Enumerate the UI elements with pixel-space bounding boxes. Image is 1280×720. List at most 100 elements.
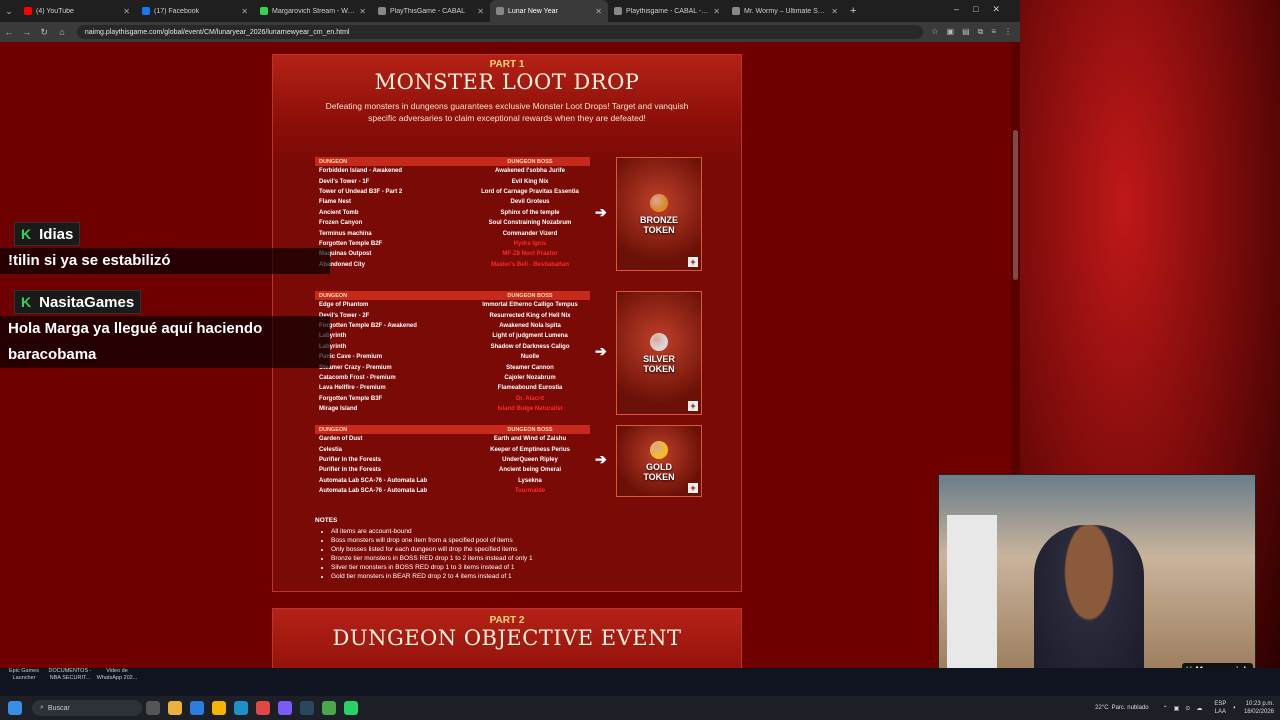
- header-dungeon: DUNGEON: [319, 158, 348, 165]
- desktop-icon[interactable]: Video de WhatsApp 202...: [96, 668, 138, 682]
- expand-icon[interactable]: +: [688, 257, 698, 267]
- boss-name: Island Bulge Naturalist: [497, 406, 563, 413]
- tab-label: Mr. Wormy – Ultimate Source: [744, 7, 828, 15]
- app-icon[interactable]: [322, 701, 336, 715]
- chrome-icon[interactable]: [212, 701, 226, 715]
- browser-tab[interactable]: Playthisgame - CABAL - Notic ✕: [608, 0, 726, 22]
- dungeon-name: Devil's Tower - 1F: [319, 178, 370, 185]
- home-icon[interactable]: ⌂: [53, 27, 71, 37]
- taskbar-search[interactable]: ⌕ Buscar: [32, 700, 142, 716]
- close-tab-icon[interactable]: ✕: [713, 7, 720, 16]
- table-row: Forbidden Island - Awakened Awakened I'so…: [315, 166, 590, 176]
- tray-icons[interactable]: ⌃▣⊙☁: [1163, 705, 1209, 712]
- dungeon-name: Panic Cave - Premium: [319, 354, 383, 361]
- forward-icon[interactable]: →: [18, 27, 36, 37]
- notes-title: NOTES: [315, 517, 338, 524]
- new-tab-button[interactable]: +: [850, 5, 856, 17]
- table-row: Celestia Keeper of Emptiness Perius: [315, 444, 590, 454]
- task-view-icon[interactable]: [146, 701, 160, 715]
- store-icon[interactable]: [190, 701, 204, 715]
- note-item: Bronze tier monsters in BOSS RED drop 1 …: [331, 555, 533, 564]
- tab-label: (4) YouTube: [36, 7, 74, 15]
- chat-username: K NasitaGames: [14, 290, 142, 314]
- table-row: Forgotten Temple B2F - Awakened Awakened …: [315, 321, 590, 331]
- desktop-icon[interactable]: Epic Games Launcher: [6, 668, 42, 682]
- toolbar-icons[interactable]: ☆▣▤⧉≡⋮: [931, 27, 1020, 37]
- search-icon: ⌕: [40, 704, 44, 711]
- close-tab-icon[interactable]: ✕: [123, 7, 130, 16]
- coin-icon: [650, 193, 668, 212]
- boss-name: Devil Groteus: [510, 199, 550, 206]
- reload-icon[interactable]: ↻: [35, 27, 53, 38]
- browser-tab[interactable]: (17) Facebook ✕: [136, 0, 254, 22]
- app-icon[interactable]: [256, 701, 270, 715]
- tab-favicon: [378, 7, 386, 15]
- desktop-icon[interactable]: DOCUMENTOS - NBA SECURIT...: [48, 668, 92, 682]
- tab-list-icon[interactable]: ⌄: [0, 6, 18, 17]
- webcam-shelf: [947, 515, 997, 675]
- webcam-person: [1034, 525, 1144, 681]
- browser-tab-bar: ⌄ (4) YouTube ✕ (17) Facebook ✕ Margarovich …: [0, 0, 1020, 22]
- part1-label: PART 1: [489, 59, 525, 70]
- whatsapp-icon[interactable]: [344, 701, 358, 715]
- url-field[interactable]: naimg.playthisgame.com/global/event/CM/l…: [76, 25, 924, 39]
- expand-icon[interactable]: +: [688, 401, 698, 411]
- dungeon-name: Frozen Canyon: [319, 220, 363, 227]
- arrow-right-icon: ➔: [595, 451, 607, 467]
- start-icon[interactable]: [8, 701, 22, 715]
- dungeon-name: Forgotten Temple B3F: [319, 395, 383, 402]
- window-controls[interactable]: –□✕: [954, 4, 1014, 15]
- close-tab-icon[interactable]: ✕: [241, 7, 248, 16]
- dungeon-name: Forgotten Temple B2F: [319, 240, 383, 247]
- arrow-right-icon: ➔: [595, 343, 607, 359]
- close-tab-icon[interactable]: ✕: [477, 7, 484, 16]
- note-item: Silver tier monsters in BOSS RED drop 1 …: [331, 564, 533, 573]
- boss-name: Steamer Cannon: [506, 364, 554, 371]
- close-tab-icon[interactable]: ✕: [831, 7, 838, 16]
- dungeon-name: Catacomb Frost - Premium: [319, 374, 396, 381]
- taskbar: ⌕ Buscar 22°C Parc. nublado ⌃▣⊙☁ ESP LAA ◖…: [0, 696, 1280, 720]
- tab-label: (17) Facebook: [154, 7, 200, 15]
- note-item: Only bosses listed for each dungeon will…: [331, 546, 533, 555]
- dungeon-name: Flame Nest: [319, 199, 352, 206]
- boss-name: Nuolle: [520, 354, 540, 361]
- scrollbar-thumb[interactable]: [1013, 130, 1018, 280]
- back-icon[interactable]: ←: [0, 27, 18, 37]
- close-tab-icon[interactable]: ✕: [359, 7, 366, 16]
- steam-icon[interactable]: [300, 701, 314, 715]
- close-tab-icon[interactable]: ✕: [595, 7, 602, 16]
- clock[interactable]: 10:23 p.m. 18/02/2026: [1244, 700, 1274, 716]
- dungeon-name: Lava Hellfire - Premium: [319, 385, 386, 392]
- boss-name: Hydra Ignis: [513, 240, 547, 247]
- browser-tab[interactable]: (4) YouTube ✕: [18, 0, 136, 22]
- weather-temp: 22°C: [1095, 705, 1109, 711]
- volume-icon[interactable]: ◖: [1232, 705, 1236, 711]
- expand-icon[interactable]: +: [688, 483, 698, 493]
- boss-name: Cajoler Nozabrum: [504, 374, 556, 381]
- browser-tab[interactable]: Margarovich Stream - Watch Li ✕: [254, 0, 372, 22]
- boss-name: Tuormalde: [514, 488, 546, 495]
- boss-name: MF-Z8 Noct Praetor: [502, 251, 558, 258]
- browser-tab[interactable]: Lunar New Year ✕: [490, 0, 608, 22]
- browser-tab[interactable]: Mr. Wormy – Ultimate Source ✕: [726, 0, 844, 22]
- table-row: Automata Lab SCA-76 - Automata Lab Lysekn…: [315, 476, 590, 486]
- table-row: Maquinas Outpost MF-Z8 Noct Praetor: [315, 249, 590, 259]
- dungeon-name: Purifier in the Forests: [319, 456, 382, 463]
- weather-desc: Parc. nublado: [1111, 705, 1149, 711]
- file-explorer-icon[interactable]: [168, 701, 182, 715]
- table-row: Catacomb Frost - Premium Cajoler Nozabrum: [315, 373, 590, 383]
- coin-icon: [650, 440, 668, 459]
- edge-icon[interactable]: [234, 701, 248, 715]
- dungeon-name: Forbidden Island - Awakened: [319, 168, 403, 175]
- chat-message: !tilin si ya se estabilizó: [0, 248, 330, 274]
- dungeon-name: Mirage Island: [319, 406, 358, 413]
- discord-icon[interactable]: [278, 701, 292, 715]
- table-row: Devil's Tower - 2F Resurrected King of He…: [315, 310, 590, 320]
- tab-favicon: [142, 7, 150, 15]
- dungeon-name: Abandoned City: [319, 261, 365, 268]
- browser-tab[interactable]: PlayThisGame - CABAL ✕: [372, 0, 490, 22]
- dungeon-objective-panel: PART 2 DUNGEON OBJECTIVE EVENT: [272, 608, 742, 668]
- table-row: Forgotten Temple B2F Hydra Ignis: [315, 239, 590, 249]
- language[interactable]: ESP LAA: [1214, 700, 1226, 716]
- address-bar: ← → ↻ ⌂ naimg.playthisgame.com/global/ev…: [0, 22, 1020, 42]
